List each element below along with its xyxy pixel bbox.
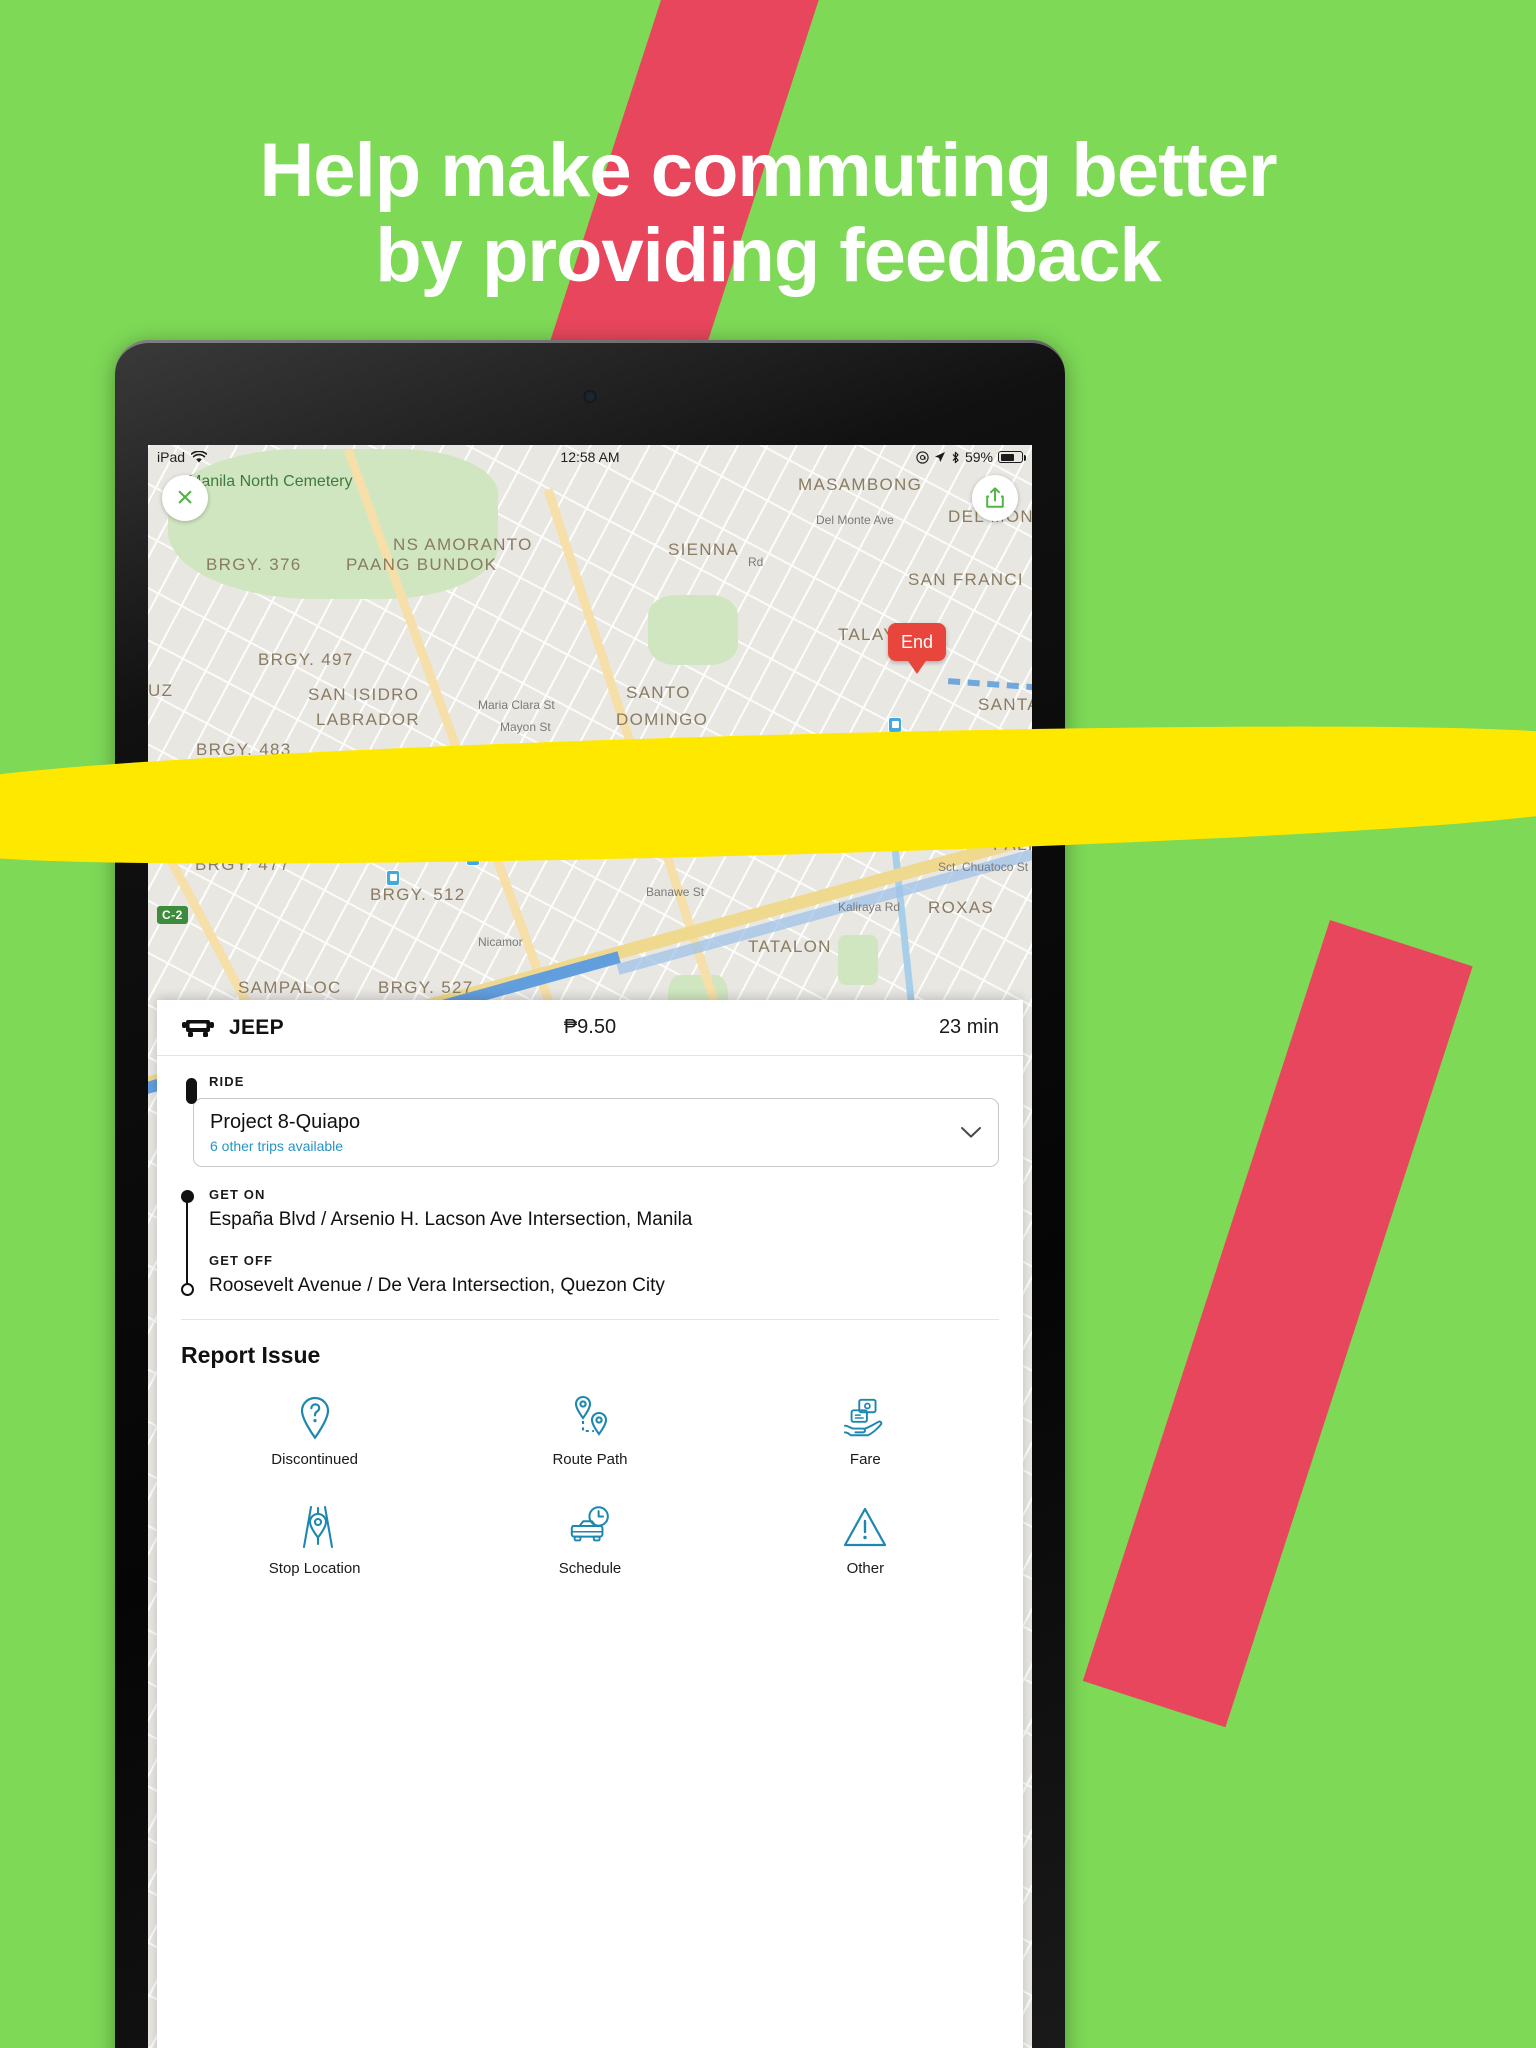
question-pin-icon (292, 1395, 338, 1441)
ride-section-label: RIDE (209, 1074, 245, 1089)
ride-selected-route: Project 8-Quiapo (210, 1111, 361, 1133)
report-issue-item[interactable]: Stop Location (177, 1492, 452, 1591)
trip-duration: 23 min (938, 1016, 999, 1038)
stops-timeline: GET ON España Blvd / Arsenio H. Lacson A… (181, 1187, 999, 1297)
page-title: Help make commuting better by providing … (0, 128, 1536, 298)
warning-triangle-icon (842, 1504, 888, 1550)
get-off-label: GET OFF (209, 1253, 274, 1268)
map-end-marker[interactable]: End (888, 623, 946, 661)
chevron-down-icon[interactable] (960, 1126, 982, 1139)
report-issue-item[interactable]: Schedule (452, 1492, 727, 1591)
map-bus-stop-icon[interactable] (386, 870, 400, 886)
status-battery-percent: 59% (964, 449, 993, 465)
map-green-area (648, 595, 738, 665)
close-icon: × (176, 481, 194, 514)
front-camera (583, 390, 597, 403)
battery-icon (998, 451, 1026, 463)
report-issue-label: Schedule (558, 1560, 622, 1577)
share-button[interactable] (972, 475, 1018, 521)
status-bar-time: 12:58 AM (560, 449, 620, 465)
close-button[interactable]: × (162, 475, 208, 521)
report-issue-label: Other (846, 1560, 885, 1577)
tablet-device: Manila North Cemetery NS AMORANTO SIENNA MA… (115, 340, 1065, 2048)
trip-summary-header: JEEP ₱9.50 23 min (157, 1000, 1023, 1056)
status-bar-right: 59% (916, 449, 1026, 465)
trip-detail-sheet: JEEP ₱9.50 23 min RIDE Project 8-Quiapo … (157, 1000, 1023, 2048)
route-path-icon (567, 1395, 613, 1441)
get-on-label: GET ON (209, 1187, 266, 1202)
report-issue-item[interactable]: Route Path (452, 1383, 727, 1482)
fare-hand-icon (842, 1395, 888, 1441)
map-park-area (168, 449, 498, 599)
get-on-dot (181, 1190, 194, 1203)
bluetooth-icon (952, 451, 959, 463)
promo-graphic: Help make commuting better by providing … (0, 0, 1536, 2048)
report-issue-grid: Discontinued Route Path Fare Stop Location S… (157, 1369, 1023, 1591)
report-issue-title: Report Issue (181, 1342, 321, 1368)
report-issue-item[interactable]: Fare (728, 1383, 1003, 1482)
stops-connector-line (186, 1197, 188, 1287)
ios-status-bar: iPad 12:58 AM 59% (148, 445, 1032, 469)
tablet-screen: Manila North Cemetery NS AMORANTO SIENNA MA… (148, 445, 1032, 2048)
stop-location-icon (292, 1504, 338, 1550)
do-not-disturb-icon (916, 450, 929, 464)
trip-mode-label: JEEP (229, 1015, 284, 1039)
schedule-car-clock-icon (567, 1504, 613, 1550)
report-issue-item[interactable]: Discontinued (177, 1383, 452, 1482)
share-icon (986, 487, 1004, 508)
get-off-text: Roosevelt Avenue / De Vera Intersection,… (209, 1275, 665, 1296)
ride-bar-marker (186, 1078, 197, 1104)
map-end-marker-label: End (900, 631, 934, 652)
jeepney-icon (182, 1019, 214, 1037)
get-off-dot (181, 1283, 194, 1296)
map-green-area (838, 935, 878, 985)
report-issue-label: Fare (849, 1451, 881, 1468)
ride-other-trips: 6 other trips available (210, 1138, 344, 1154)
report-issue-label: Stop Location (268, 1560, 361, 1577)
report-issue-label: Route Path (552, 1451, 628, 1468)
ride-select-text: Project 8-Quiapo 6 other trips available (210, 1111, 360, 1154)
map-bus-stop-icon[interactable] (888, 717, 902, 733)
trip-mode: JEEP (181, 1015, 459, 1041)
report-issue-label: Discontinued (271, 1451, 359, 1468)
map-route-shield: C-2 (157, 906, 188, 924)
trip-fare: ₱9.50 (563, 1016, 617, 1038)
get-on-text: España Blvd / Arsenio H. Lacson Ave Inte… (209, 1209, 693, 1230)
headline-line-2: by providing feedback (375, 213, 1162, 299)
ride-timeline-marker (185, 1078, 201, 1104)
location-arrow-icon (934, 451, 945, 462)
report-issue-item[interactable]: Other (728, 1492, 1003, 1591)
trip-body: RIDE Project 8-Quiapo 6 other trips avai… (157, 1056, 1023, 1297)
decorative-red-stripe-bottom (1082, 920, 1473, 1728)
ride-select[interactable]: Project 8-Quiapo 6 other trips available (193, 1098, 999, 1167)
headline-line-1: Help make commuting better (259, 128, 1277, 213)
